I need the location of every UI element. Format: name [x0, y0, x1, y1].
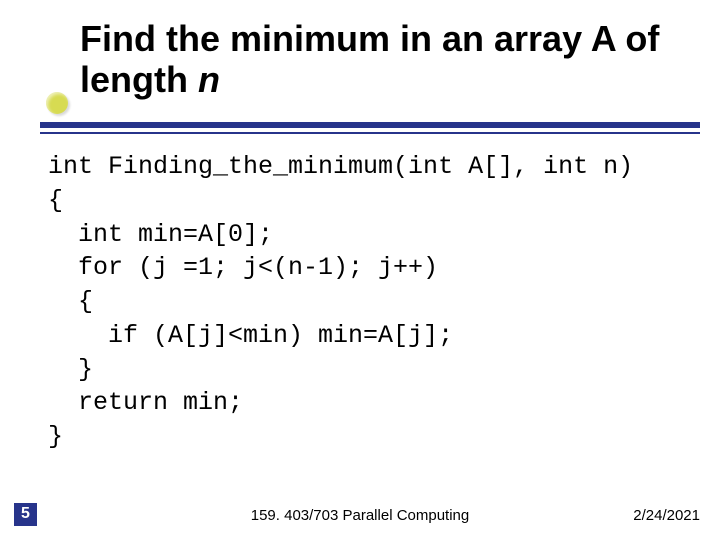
title-line2-prefix: length: [80, 59, 198, 100]
footer: 5 159. 403/703 Parallel Computing 2/24/2…: [0, 502, 720, 526]
code-line: }: [48, 355, 93, 384]
slide: Find the minimum in an array A of length…: [0, 0, 720, 540]
footer-course: 159. 403/703 Parallel Computing: [0, 507, 720, 524]
code-line: {: [48, 186, 63, 215]
code-line: int min=A[0];: [48, 220, 273, 249]
code-line: }: [48, 422, 63, 451]
slide-title: Find the minimum in an array A of length…: [80, 18, 690, 101]
code-line: if (A[j]<min) min=A[j];: [48, 321, 453, 350]
footer-date: 2/24/2021: [633, 507, 700, 524]
code-line: return min;: [48, 388, 243, 417]
code-line: {: [48, 287, 93, 316]
rule-thin: [40, 132, 700, 134]
code-block: int Finding_the_minimum(int A[], int n) …: [48, 150, 690, 454]
title-line1: Find the minimum in an array A of: [80, 18, 659, 59]
rule-thick: [40, 122, 700, 128]
bullet-dot-icon: [46, 92, 68, 114]
title-line2-ital: n: [198, 59, 220, 100]
code-line: for (j =1; j<(n-1); j++): [48, 253, 438, 282]
code-line: int Finding_the_minimum(int A[], int n): [48, 152, 633, 181]
title-underline: [40, 122, 700, 134]
